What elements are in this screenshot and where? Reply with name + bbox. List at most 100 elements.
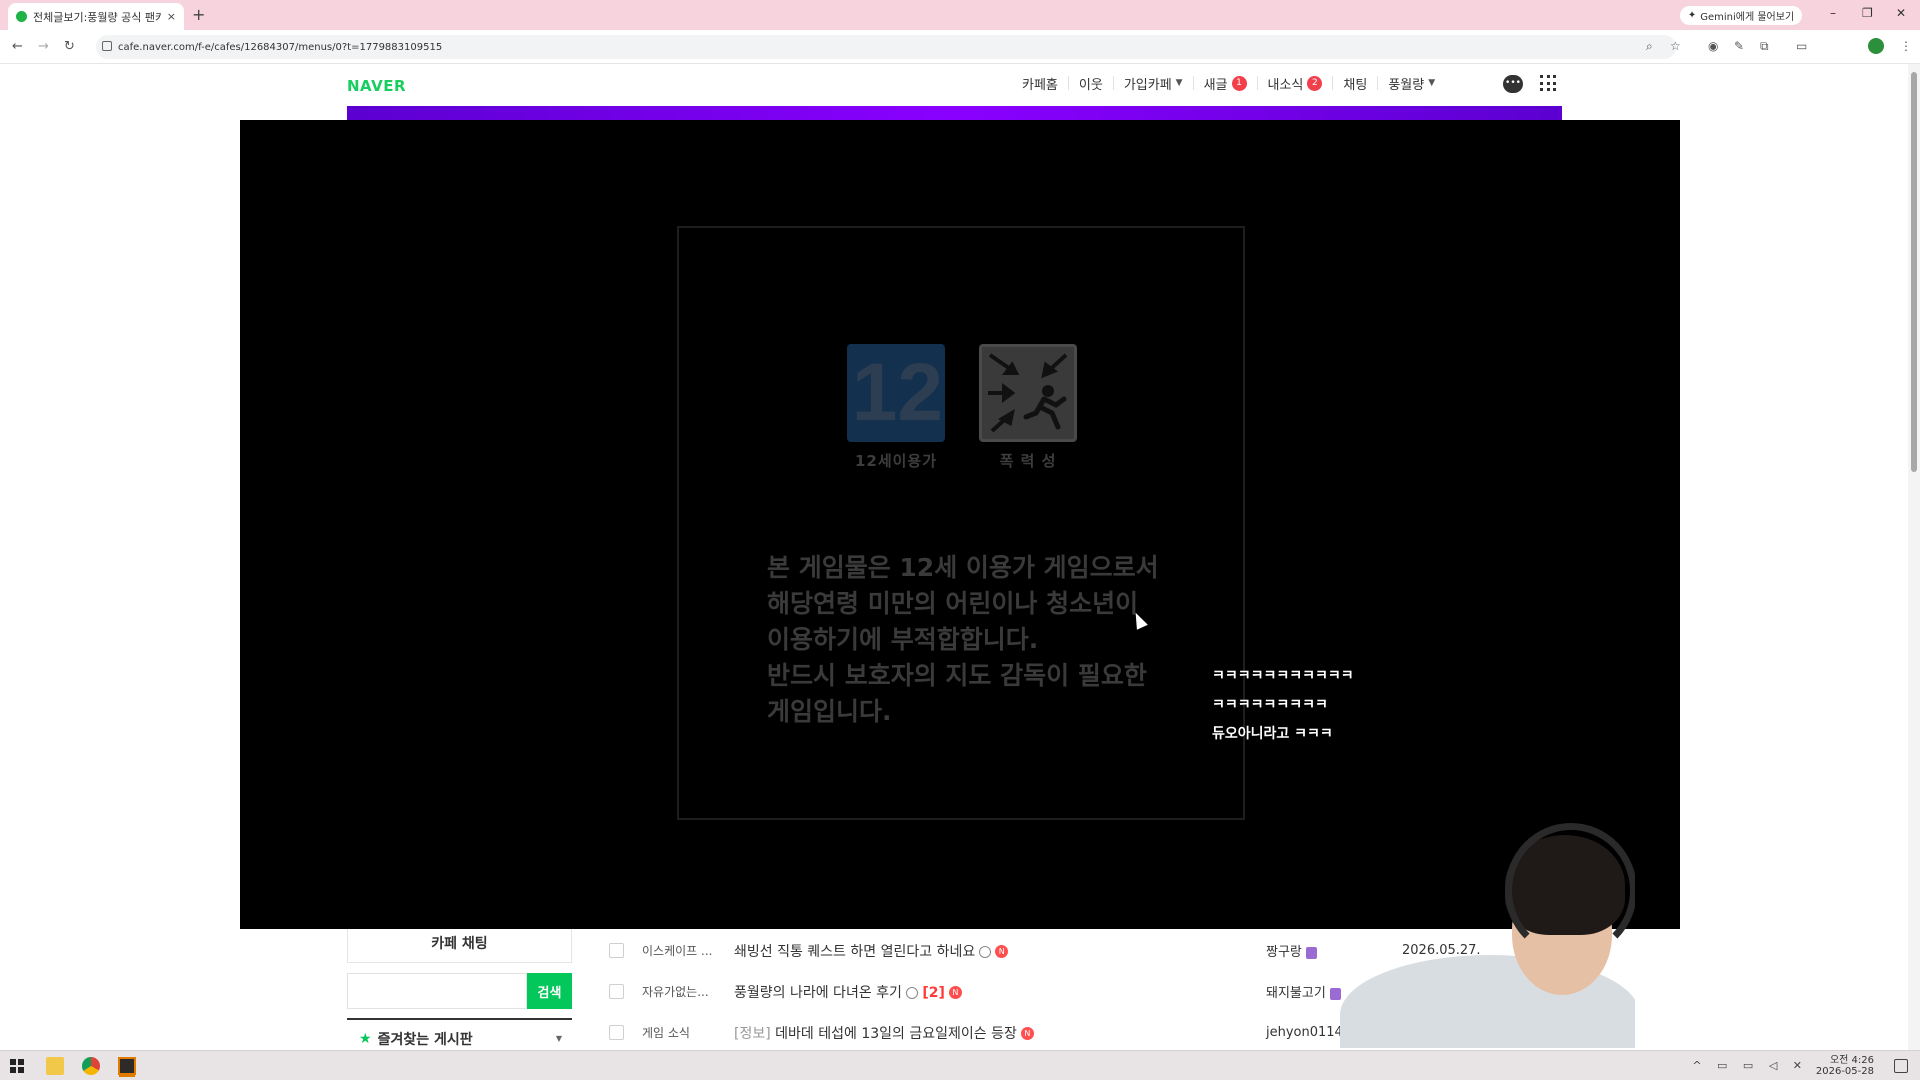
chat-message: ㅋㅋㅋㅋㅋㅋㅋㅋㅋㅋㅋ	[1212, 668, 1354, 684]
star-icon: ★	[359, 1031, 372, 1047]
notice-line: 해당연령 미만의 어린이나 청소년이	[767, 589, 1139, 618]
nav-new-posts-label: 새글	[1203, 77, 1228, 93]
message-bubble-icon[interactable]: •••	[1503, 75, 1523, 93]
cafe-chat-button[interactable]: 카페 채팅	[347, 929, 572, 963]
chevron-down-icon[interactable]: ▼	[556, 1034, 562, 1043]
page-scrollbar[interactable]	[1908, 64, 1920, 1050]
tab-close-icon[interactable]: ×	[167, 10, 176, 23]
browser-tab-bar: 전체글보기:풍월량 공식 팬카페 × + ✦ Gemini에게 물어보기 – ❐…	[0, 0, 1920, 30]
cafe-search: 검색	[347, 973, 572, 1009]
streaming-app-icon[interactable]	[118, 1057, 136, 1075]
sparkle-icon: ✦	[1687, 10, 1697, 21]
video-overlay[interactable]: 12 12세이용가 폭 력 성 본 게임물은 12세 이용가 게임으로서 해당연…	[240, 120, 1680, 929]
nav-joined-cafes[interactable]: 가입카페 ▼	[1114, 76, 1194, 93]
age-rating-label: 12세이용가	[854, 452, 938, 470]
chat-message: ㅋㅋㅋㅋㅋㅋㅋㅋㅋ	[1212, 697, 1328, 713]
close-window-button[interactable]: ✕	[1896, 6, 1906, 20]
post-title-link[interactable]: 풍월량의 나라에 다녀온 후기 [2] N	[734, 982, 962, 1002]
cafe-search-input[interactable]	[347, 973, 527, 1009]
comment-count[interactable]: [2]	[922, 985, 945, 1001]
nav-new-posts[interactable]: 새글 1	[1194, 75, 1258, 93]
cafe-global-nav: 카페홈 이웃 가입카페 ▼ 새글 1 내소식 2 채팅 풍월량 ▼	[1012, 75, 1445, 93]
post-board[interactable]: 자유가없는...	[642, 983, 732, 1000]
browser-tab-active[interactable]: 전체글보기:풍월량 공식 팬카페 ×	[8, 3, 184, 30]
emoticon-icon	[905, 986, 918, 999]
chevron-down-icon: ▼	[1175, 78, 1183, 88]
chevron-down-icon: ▼	[1428, 78, 1436, 88]
nav-cafe-home[interactable]: 카페홈	[1012, 76, 1069, 93]
forward-arrow-icon[interactable]: →	[38, 39, 49, 54]
url-text: cafe.naver.com/f-e/cafes/12684307/menus/…	[118, 41, 443, 53]
profile-avatar[interactable]	[1868, 38, 1884, 54]
taskbar-clock[interactable]: 오전 4:26 2026-05-28	[1816, 1055, 1874, 1077]
my-news-badge: 2	[1307, 75, 1323, 91]
nav-my-news-label: 내소식	[1267, 77, 1304, 93]
new-badge-icon: N	[995, 945, 1009, 958]
system-tray-icons[interactable]: ^ ▭ ▭ ◁ ✕	[1692, 1059, 1808, 1072]
post-title: 풍월량의 나라에 다녀온 후기	[734, 984, 902, 1001]
row-checkbox[interactable]	[609, 984, 624, 999]
chrome-icon[interactable]	[82, 1057, 100, 1075]
clock-time: 오전 4:26	[1829, 1055, 1874, 1066]
nav-chat-label: 채팅	[1343, 77, 1368, 93]
apps-grid-icon[interactable]	[1540, 75, 1557, 92]
restore-button[interactable]: ❐	[1862, 6, 1873, 20]
notification-icon[interactable]	[1894, 1059, 1908, 1073]
rating-badges: 12 12세이용가 폭 력 성	[847, 344, 1077, 471]
back-arrow-icon[interactable]: ←	[12, 39, 23, 54]
notice-line: 이용하기에 부적합합니다.	[767, 625, 1039, 654]
clock-date: 2026-05-28	[1815, 1066, 1874, 1077]
naver-logo[interactable]: NAVER	[347, 77, 406, 95]
site-info-icon[interactable]	[102, 41, 112, 51]
nav-user-label: 풍월량	[1388, 77, 1425, 93]
new-badge-icon: N	[1020, 1027, 1034, 1040]
side-panel-icon[interactable]: ▭	[1796, 39, 1807, 53]
gemini-label: Gemini에게 물어보기	[1700, 12, 1795, 23]
nav-cafe-home-label: 카페홈	[1022, 77, 1058, 93]
reload-icon[interactable]: ↻	[64, 39, 75, 54]
post-title-link[interactable]: 쇄빙선 직통 퀘스트 하면 열린다고 하네요 N	[734, 941, 1009, 961]
age-rating-badge: 12 12세이용가	[847, 344, 945, 471]
file-explorer-icon[interactable]	[46, 1057, 64, 1075]
pen-icon[interactable]: ✎	[1734, 39, 1744, 53]
extension-puzzle-icon[interactable]: ⧉	[1760, 39, 1769, 54]
age-12-icon: 12	[847, 344, 945, 442]
emoticon-icon	[979, 945, 992, 958]
menu-kebab-icon[interactable]: ⋮	[1900, 39, 1912, 53]
url-field[interactable]: cafe.naver.com/f-e/cafes/12684307/menus/…	[96, 35, 1676, 59]
headset-icon	[1505, 823, 1635, 958]
scrollbar-thumb[interactable]	[1911, 72, 1917, 472]
new-tab-button[interactable]: +	[192, 5, 205, 24]
minimize-button[interactable]: –	[1830, 6, 1836, 20]
rating-notice-text: 본 게임물은 12세 이용가 게임으로서 해당연령 미만의 어린이나 청소년이 …	[767, 550, 1159, 730]
post-title-link[interactable]: [정보] 데바데 테섭에 13일의 금요일제이슨 등장 N	[734, 1023, 1034, 1043]
new-badge-icon: N	[948, 986, 962, 999]
row-checkbox[interactable]	[609, 943, 624, 958]
cafe-header: NAVER 카페홈 이웃 가입카페 ▼ 새글 1 내소식 2 채팅 풍월량 ▼ •••	[0, 64, 1920, 106]
notice-line: 반드시 보호자의 지도 감독이 필요한	[767, 661, 1147, 690]
streamer-webcam	[1300, 815, 1635, 1048]
age-number: 12	[851, 347, 943, 438]
nav-chat[interactable]: 채팅	[1333, 76, 1379, 93]
nav-neighbors[interactable]: 이웃	[1069, 76, 1114, 93]
post-board[interactable]: 이스케이프 ...	[642, 942, 732, 959]
post-board[interactable]: 게임 소식	[642, 1024, 732, 1041]
zoom-icon[interactable]: ⌕	[1646, 39, 1653, 54]
tab-title: 전체글보기:풍월량 공식 팬카페	[33, 10, 161, 24]
windows-start-icon[interactable]	[10, 1059, 24, 1073]
extension-icon[interactable]: ◉	[1708, 39, 1718, 53]
gemini-button[interactable]: ✦ Gemini에게 물어보기	[1680, 6, 1802, 25]
search-button[interactable]: 검색	[527, 973, 572, 1009]
row-checkbox[interactable]	[609, 1025, 624, 1040]
nav-joined-cafes-label: 가입카페	[1123, 77, 1172, 93]
game-rating-notice: 12 12세이용가 폭 력 성 본 게임물은 12세 이용가 게임으로서 해당연…	[677, 226, 1245, 820]
chat-message: 듀오아니라고 ㅋㅋㅋ	[1212, 726, 1333, 742]
bookmark-star-icon[interactable]: ☆	[1670, 39, 1681, 53]
cafe-banner	[347, 106, 1562, 120]
violence-rating-badge: 폭 력 성	[979, 344, 1077, 471]
violence-icon	[979, 344, 1077, 442]
favorite-boards-label: 즐겨찾는 게시판	[377, 1032, 473, 1048]
cafe-favicon-icon	[16, 11, 27, 22]
nav-my-news[interactable]: 내소식 2	[1258, 75, 1334, 93]
nav-user-menu[interactable]: 풍월량 ▼	[1378, 76, 1445, 93]
